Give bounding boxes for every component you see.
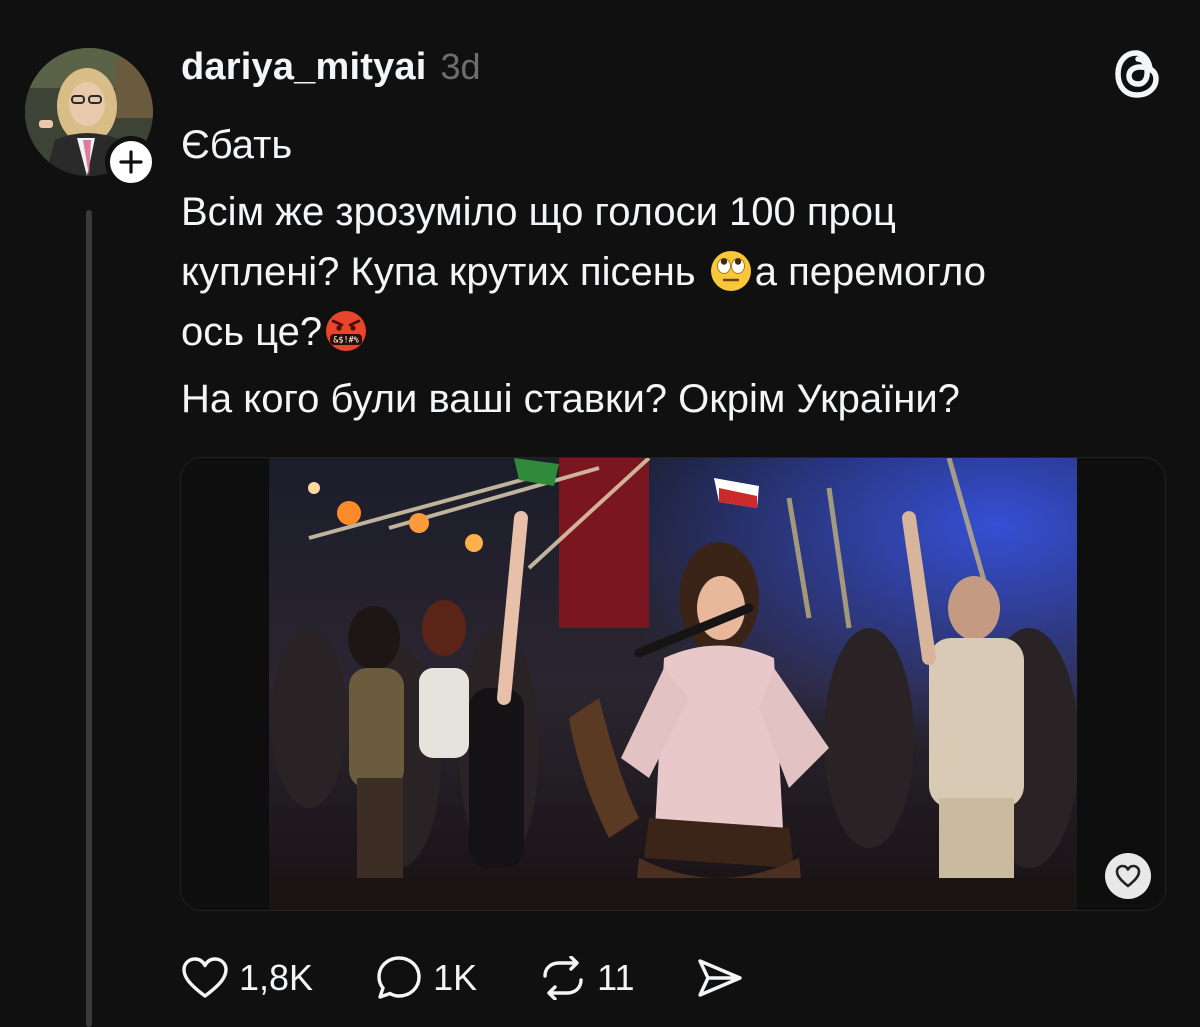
- heart-icon: [1115, 864, 1141, 888]
- reply-button[interactable]: 1K: [375, 954, 477, 1002]
- post-line-2: Всім же зрозуміло що голоси 100 проц: [181, 190, 896, 234]
- media-container[interactable]: [180, 457, 1166, 911]
- post-line-4: а перемогло: [754, 250, 987, 294]
- share-button[interactable]: [696, 957, 744, 999]
- like-button[interactable]: 1,8K: [181, 956, 313, 1000]
- heart-icon: [182, 957, 228, 998]
- post-paragraph-2: Всім же зрозуміло що голоси 100 проц куп…: [181, 182, 1181, 362]
- post-line-6: На кого були ваші ставки? Окрім України?: [181, 377, 960, 421]
- post-body: Єбать Всім же зрозуміло що голоси 100 пр…: [181, 115, 1181, 429]
- username[interactable]: dariya_mityai: [181, 46, 427, 89]
- face-with-symbols-on-mouth-icon: &$!#%: [326, 311, 367, 351]
- repost-icon: [543, 956, 583, 1000]
- speech-bubble-icon: [377, 956, 421, 999]
- repost-count: 11: [597, 957, 635, 998]
- repost-button[interactable]: 11: [539, 956, 634, 1000]
- send-icon: [698, 959, 743, 997]
- follow-button[interactable]: [105, 136, 157, 188]
- timestamp[interactable]: 3d: [441, 46, 481, 88]
- video-frame[interactable]: [269, 458, 1077, 910]
- post-line-1: Єбать: [181, 123, 293, 167]
- post-header: dariya_mityai 3d: [181, 46, 481, 89]
- face-with-rolling-eyes-icon: [710, 251, 751, 291]
- threads-post: dariya_mityai 3d Єбать Всім же зрозуміло…: [0, 0, 1200, 1027]
- post-line-5: ось це?: [181, 310, 323, 354]
- plus-icon: [119, 150, 143, 174]
- like-count: 1,8K: [239, 957, 314, 998]
- threads-logo-icon[interactable]: [1112, 46, 1164, 102]
- post-line-3: куплені? Купа крутих пісень: [181, 250, 696, 294]
- action-bar: 1,8K 1K 11: [181, 950, 806, 1006]
- thread-line: [86, 210, 92, 1027]
- reply-count: 1K: [433, 957, 478, 998]
- svg-text:&$!#%: &$!#%: [333, 336, 359, 346]
- media-like-button[interactable]: [1105, 853, 1151, 899]
- concert-video-image: [269, 458, 1077, 910]
